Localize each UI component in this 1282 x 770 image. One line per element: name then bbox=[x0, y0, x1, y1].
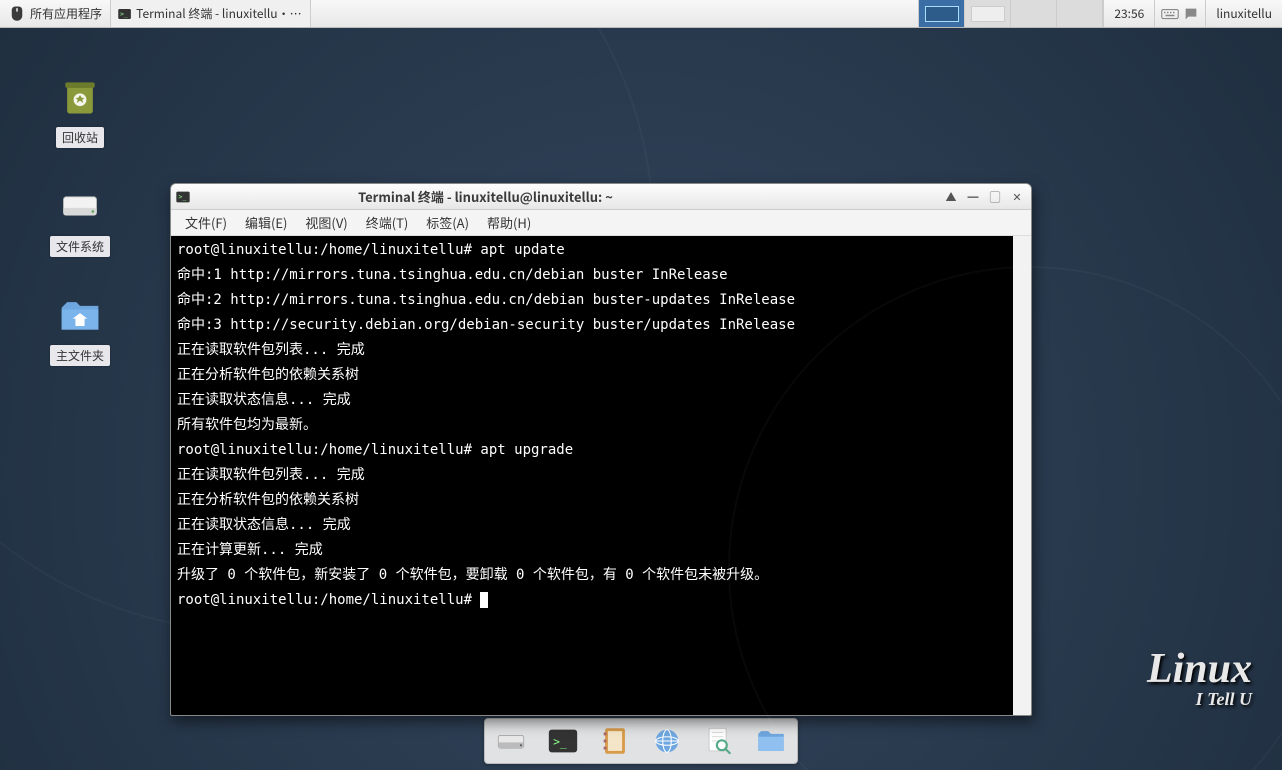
terminal-output[interactable]: root@linuxitellu:/home/linuxitellu# apt … bbox=[171, 236, 1031, 715]
svg-text:>_: >_ bbox=[553, 734, 567, 748]
system-tray bbox=[1155, 0, 1206, 27]
home-folder-icon bbox=[58, 293, 102, 337]
trash-icon bbox=[58, 75, 102, 119]
wallpaper-watermark: Linux I Tell U bbox=[1147, 651, 1252, 710]
workspace-2[interactable] bbox=[965, 0, 1011, 27]
menu-terminal[interactable]: 终端(T) bbox=[358, 210, 417, 235]
window-title: Terminal 终端 - linuxitellu@linuxitellu: ~ bbox=[358, 187, 613, 206]
applications-menu-label: 所有应用程序 bbox=[30, 5, 102, 22]
clock[interactable]: 23:56 bbox=[1103, 0, 1155, 27]
menu-tabs[interactable]: 标签(A) bbox=[418, 210, 477, 235]
desktop-icon-trash[interactable]: 回收站 bbox=[40, 73, 120, 148]
window-maximize-button[interactable]: ▢ bbox=[985, 188, 1005, 206]
desktop-icon-filesystem[interactable]: 文件系统 bbox=[40, 182, 120, 257]
menu-help[interactable]: 帮助(H) bbox=[479, 210, 539, 235]
user-label-text: linuxitellu bbox=[1216, 5, 1272, 22]
terminal-icon: >_ bbox=[546, 724, 580, 758]
clock-text: 23:56 bbox=[1114, 5, 1144, 22]
workspace-4[interactable] bbox=[1057, 0, 1103, 27]
menu-file[interactable]: 文件(F) bbox=[177, 210, 235, 235]
window-titlebar[interactable]: >_ Terminal 终端 - linuxitellu@linuxitellu… bbox=[171, 184, 1031, 210]
taskbar-item-terminal[interactable]: >_ Terminal 终端 - linuxitellu··· bbox=[111, 0, 311, 27]
desktop-icon-label: 文件系统 bbox=[50, 236, 110, 257]
panel-spacer bbox=[311, 0, 918, 27]
svg-text:>_: >_ bbox=[120, 10, 128, 17]
dock-item-search[interactable] bbox=[701, 723, 737, 759]
top-panel: 所有应用程序 >_ Terminal 终端 - linuxitellu··· 2… bbox=[0, 0, 1282, 28]
addressbook-icon bbox=[598, 724, 632, 758]
user-menu[interactable]: linuxitellu bbox=[1206, 0, 1282, 27]
drive-icon bbox=[58, 184, 102, 228]
terminal-menubar: 文件(F) 编辑(E) 视图(V) 终端(T) 标签(A) 帮助(H) bbox=[171, 210, 1031, 236]
applications-menu-button[interactable]: 所有应用程序 bbox=[0, 0, 111, 27]
menu-view[interactable]: 视图(V) bbox=[297, 210, 355, 235]
desktop-icons: 回收站 文件系统 主文件夹 bbox=[40, 73, 120, 366]
menu-edit[interactable]: 编辑(E) bbox=[237, 210, 295, 235]
folder-icon bbox=[754, 724, 788, 758]
desktop[interactable]: 回收站 文件系统 主文件夹 Linux I Tell U >_ bbox=[0, 28, 1282, 770]
svg-text:>_: >_ bbox=[178, 193, 186, 201]
terminal-icon: >_ bbox=[117, 6, 132, 22]
window-minimize-button[interactable]: ━ bbox=[963, 188, 983, 206]
workspace-pager bbox=[918, 0, 1103, 27]
desktop-icon-home[interactable]: 主文件夹 bbox=[40, 291, 120, 366]
dock-item-files[interactable] bbox=[753, 723, 789, 759]
workspace-1[interactable] bbox=[919, 0, 965, 27]
watermark-line2: I Tell U bbox=[1175, 689, 1252, 710]
dock-item-browser[interactable] bbox=[649, 723, 685, 759]
mouse-icon bbox=[8, 5, 26, 23]
dock-item-addressbook[interactable] bbox=[597, 723, 633, 759]
search-document-icon bbox=[702, 724, 736, 758]
keyboard-icon[interactable] bbox=[1161, 7, 1179, 21]
dock: >_ bbox=[484, 718, 798, 764]
dock-item-terminal[interactable]: >_ bbox=[545, 723, 581, 759]
desktop-icon-label: 回收站 bbox=[56, 127, 104, 148]
window-controls: ▲ ━ ▢ ✕ bbox=[941, 188, 1027, 206]
taskbar-item-label: Terminal 终端 - linuxitellu··· bbox=[136, 5, 304, 22]
drive-icon bbox=[494, 724, 528, 758]
globe-icon bbox=[650, 724, 684, 758]
desktop-icon-label: 主文件夹 bbox=[50, 345, 110, 366]
terminal-window: >_ Terminal 终端 - linuxitellu@linuxitellu… bbox=[170, 183, 1032, 716]
notification-icon[interactable] bbox=[1183, 6, 1199, 22]
watermark-line1: Linux bbox=[1147, 651, 1252, 689]
terminal-icon: >_ bbox=[175, 189, 191, 205]
workspace-3[interactable] bbox=[1011, 0, 1057, 27]
window-close-button[interactable]: ✕ bbox=[1007, 188, 1027, 206]
window-keep-above-button[interactable]: ▲ bbox=[941, 188, 961, 206]
dock-item-drive[interactable] bbox=[493, 723, 529, 759]
